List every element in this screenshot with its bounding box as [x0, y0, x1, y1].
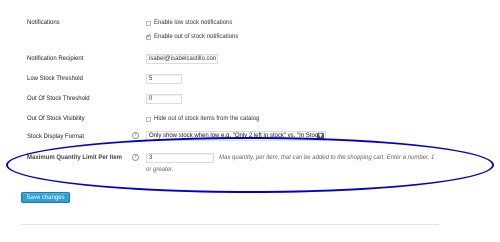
low-stock-notifications-text: Enable low stock notifications	[154, 20, 233, 26]
chevron-down-icon: ▼	[317, 133, 324, 139]
low-stock-threshold-input[interactable]: 5	[146, 74, 182, 84]
notifications-label: Notifications	[27, 20, 60, 26]
max-quantity-description-cont: or greater.	[146, 167, 174, 173]
out-of-stock-notifications-text: Enable out of stock notifications	[154, 34, 239, 40]
stock-display-format-label: Stock Display Format	[27, 134, 85, 140]
notification-recipient-label: Notification Recipient	[27, 56, 84, 62]
max-quantity-description: Max quantity, per item, that can be adde…	[219, 155, 435, 161]
stock-display-format-selected: Only show stock when low e.g. "Only 2 le…	[149, 133, 323, 139]
hide-out-of-stock-option[interactable]: Hide out of stock items from the catalog	[146, 116, 259, 122]
out-of-stock-visibility-label: Out Of Stock Visibility	[27, 116, 85, 122]
hide-out-of-stock-checkbox[interactable]	[146, 116, 151, 122]
stock-display-format-help-icon[interactable]: ?	[132, 132, 139, 139]
divider	[21, 224, 439, 225]
notification-recipient-input[interactable]: isabel@isabelcastillo.con	[146, 54, 218, 64]
low-stock-notifications-option[interactable]: Enable low stock notifications	[146, 20, 232, 26]
max-quantity-help-icon[interactable]: ?	[132, 154, 139, 161]
low-stock-threshold-label: Low Stock Threshold	[27, 76, 83, 82]
max-quantity-label: Maximum Quantity Limit Per Item	[27, 155, 123, 161]
stock-display-format-select[interactable]: Only show stock when low e.g. "Only 2 le…	[146, 131, 326, 141]
highlight-ellipse	[6, 137, 494, 193]
low-stock-notifications-checkbox[interactable]	[146, 20, 151, 26]
out-of-stock-threshold-input[interactable]: 0	[146, 94, 182, 104]
save-changes-button[interactable]: Save changes	[21, 192, 70, 203]
hide-out-of-stock-text: Hide out of stock items from the catalog	[154, 116, 260, 122]
out-of-stock-notifications-checkbox[interactable]	[146, 32, 152, 40]
out-of-stock-notifications-option[interactable]: Enable out of stock notifications	[146, 32, 239, 40]
max-quantity-input[interactable]: 3	[146, 153, 214, 163]
out-of-stock-threshold-label: Out Of Stock Threshold	[27, 96, 90, 102]
